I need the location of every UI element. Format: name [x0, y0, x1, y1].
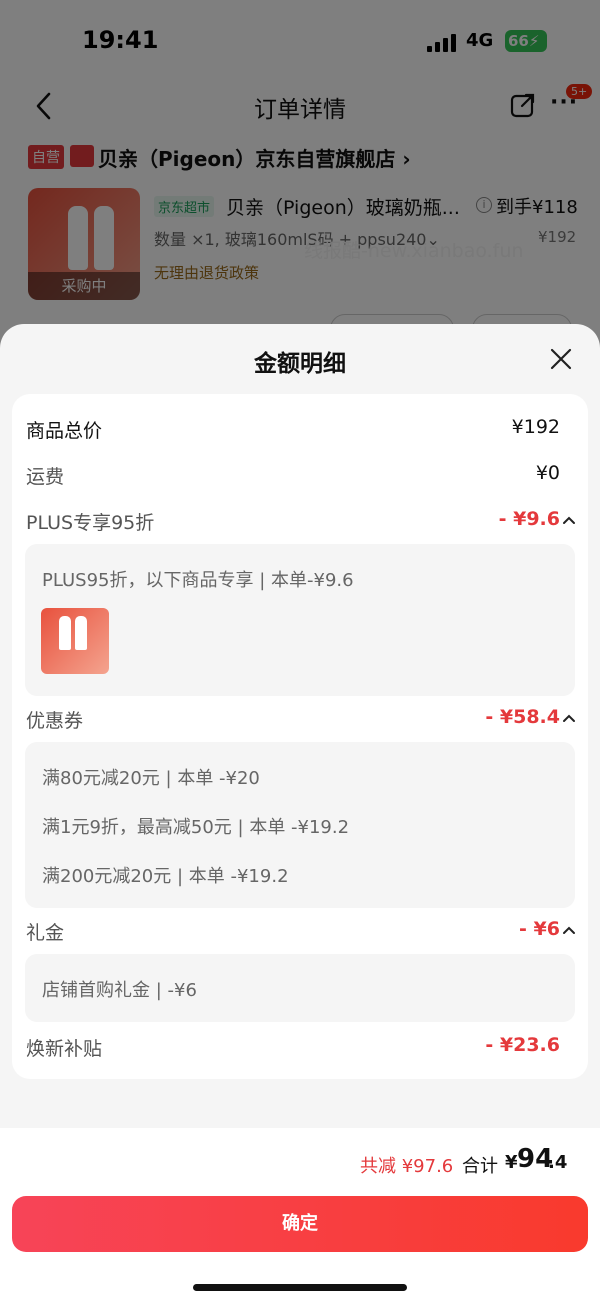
bottle-image — [75, 616, 87, 650]
footer-bar: 共减 ¥97.6 合计 ¥ 94 .4 确定 — [0, 1128, 600, 1300]
chevron-up-icon[interactable] — [562, 515, 576, 525]
goods-total-amount: ¥192 — [511, 416, 560, 438]
total-currency: ¥ — [505, 1152, 518, 1173]
chevron-up-icon[interactable] — [562, 713, 576, 723]
coupon-detail-box: 满80元减20元 | 本单 -¥20 满1元9折，最高减50元 | 本单 -¥1… — [25, 742, 575, 908]
gift-amount[interactable]: - ¥6 — [519, 918, 560, 940]
plus-discount-label: PLUS专享95折 — [26, 512, 155, 534]
sheet-title: 金额明细 — [254, 351, 346, 377]
amount-card: 商品总价 ¥192 运费 ¥0 PLUS专享95折 - ¥9.6 PLUS95折… — [12, 394, 588, 1079]
coupon-detail-line: 满1元9折，最高减50元 | 本单 -¥19.2 — [42, 817, 350, 838]
gift-detail-box: 店铺首购礼金 | -¥6 — [25, 954, 575, 1022]
home-indicator — [193, 1284, 407, 1291]
plus-discount-amount[interactable]: - ¥9.6 — [499, 508, 560, 530]
total-amount-decimal: .4 — [548, 1152, 568, 1173]
gift-label: 礼金 — [26, 922, 65, 944]
gift-detail-text: 店铺首购礼金 | -¥6 — [42, 980, 197, 1001]
coupon-detail-line: 满200元减20元 | 本单 -¥19.2 — [42, 866, 289, 887]
shipping-amount: ¥0 — [535, 462, 560, 484]
amount-detail-sheet: 金额明细 商品总价 ¥192 运费 ¥0 PLUS专享95折 - ¥9.6 PL… — [0, 324, 600, 1300]
coupon-detail-line: 满80元减20元 | 本单 -¥20 — [42, 768, 260, 789]
close-icon[interactable] — [548, 346, 574, 372]
coupon-label: 优惠券 — [26, 710, 84, 732]
coupon-amount[interactable]: - ¥58.4 — [485, 706, 560, 728]
chevron-up-icon[interactable] — [562, 925, 576, 935]
product-thumbnail — [41, 608, 109, 674]
bottle-image — [59, 616, 71, 650]
total-saved: 共减 ¥97.6 — [360, 1156, 454, 1177]
total-label: 合计 — [462, 1156, 498, 1177]
plus-detail-text: PLUS95折，以下商品专享 | 本单-¥9.6 — [42, 570, 354, 591]
goods-total-label: 商品总价 — [26, 420, 103, 442]
shipping-label: 运费 — [26, 466, 65, 488]
confirm-button[interactable]: 确定 — [12, 1196, 588, 1252]
subsidy-label: 焕新补贴 — [26, 1038, 103, 1060]
plus-detail-box: PLUS95折，以下商品专享 | 本单-¥9.6 — [25, 544, 575, 696]
subsidy-amount: - ¥23.6 — [485, 1034, 560, 1056]
